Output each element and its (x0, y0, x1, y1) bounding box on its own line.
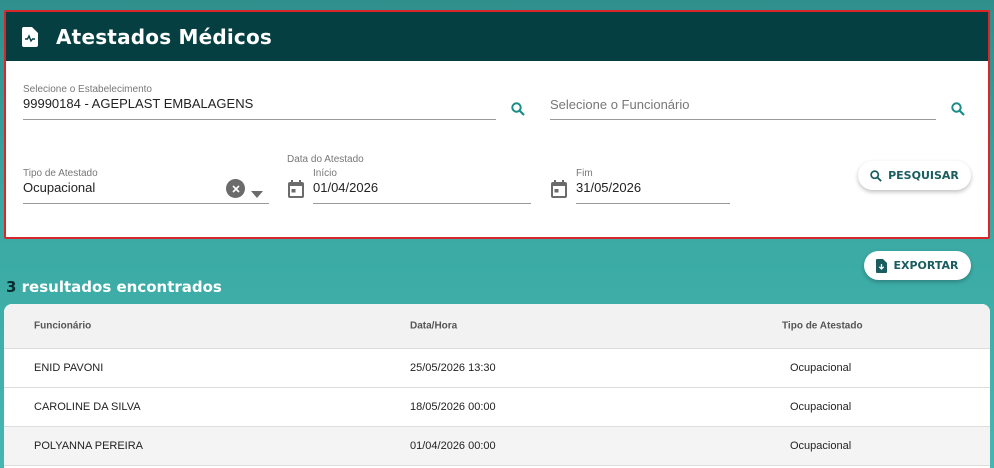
employee-field[interactable]: Selecione o Funcionário (550, 96, 936, 120)
start-date-value: 01/04/2026 (313, 180, 379, 195)
establishment-value: 99990184 - AGEPLAST EMBALAGENS (23, 96, 254, 111)
table-header-row: Funcionário Data/Hora Tipo de Atestado (4, 304, 990, 349)
panel-header: Atestados Médicos (6, 12, 988, 61)
column-header-type[interactable]: Tipo de Atestado (782, 321, 863, 332)
start-date-label: Início (313, 168, 337, 179)
employee-search-icon[interactable] (948, 99, 968, 119)
certificate-type-value: Ocupacional (23, 180, 96, 195)
search-button-label: PESQUISAR (888, 169, 959, 182)
type-cell: Ocupacional (790, 401, 852, 413)
table-row[interactable]: POLYANNA PEREIRA 01/04/2026 00:00 Ocupac… (4, 427, 990, 466)
page-title: Atestados Médicos (56, 24, 273, 49)
export-file-icon (876, 258, 888, 273)
establishment-search-icon[interactable] (508, 99, 528, 119)
medical-document-icon (22, 26, 44, 48)
results-count: 3 resultados encontrados (6, 278, 222, 296)
column-header-datetime[interactable]: Data/Hora (410, 321, 457, 332)
results-count-text: resultados encontrados (16, 278, 222, 296)
datetime-cell: 25/05/2026 13:30 (410, 362, 496, 374)
calendar-icon (551, 180, 567, 203)
end-date-value: 31/05/2026 (576, 180, 642, 195)
calendar-icon (288, 180, 304, 203)
type-cell: Ocupacional (790, 362, 852, 374)
date-group-label: Data do Atestado (287, 154, 364, 165)
results-table: Funcionário Data/Hora Tipo de Atestado E… (4, 304, 990, 468)
clear-icon[interactable] (226, 179, 245, 198)
filter-panel: Atestados Médicos Selecione o Estabeleci… (4, 10, 990, 239)
export-button[interactable]: EXPORTAR (864, 251, 971, 280)
employee-cell: ENID PAVONI (34, 362, 104, 374)
establishment-field[interactable]: Selecione o Estabelecimento 99990184 - A… (23, 84, 496, 120)
chevron-down-icon[interactable] (251, 185, 263, 203)
datetime-cell: 01/04/2026 00:00 (410, 440, 496, 452)
datetime-cell: 18/05/2026 00:00 (410, 401, 496, 413)
column-header-employee[interactable]: Funcionário (34, 321, 91, 332)
export-button-label: EXPORTAR (893, 259, 959, 272)
establishment-label: Selecione o Estabelecimento (23, 84, 152, 95)
employee-placeholder: Selecione o Funcionário (550, 97, 690, 112)
end-date-field[interactable]: Fim 31/05/2026 (576, 168, 730, 204)
type-cell: Ocupacional (790, 440, 852, 452)
search-button[interactable]: PESQUISAR (858, 161, 971, 190)
employee-cell: POLYANNA PEREIRA (34, 440, 144, 452)
certificate-type-label: Tipo de Atestado (23, 168, 98, 179)
employee-cell: CAROLINE DA SILVA (34, 401, 141, 413)
table-row[interactable]: ENID PAVONI 25/05/2026 13:30 Ocupacional (4, 349, 990, 388)
start-date-field[interactable]: Início 01/04/2026 (313, 168, 531, 204)
table-row[interactable]: CAROLINE DA SILVA 18/05/2026 00:00 Ocupa… (4, 388, 990, 427)
end-date-label: Fim (576, 168, 593, 179)
results-count-number: 3 (6, 278, 17, 296)
search-icon (870, 169, 882, 182)
